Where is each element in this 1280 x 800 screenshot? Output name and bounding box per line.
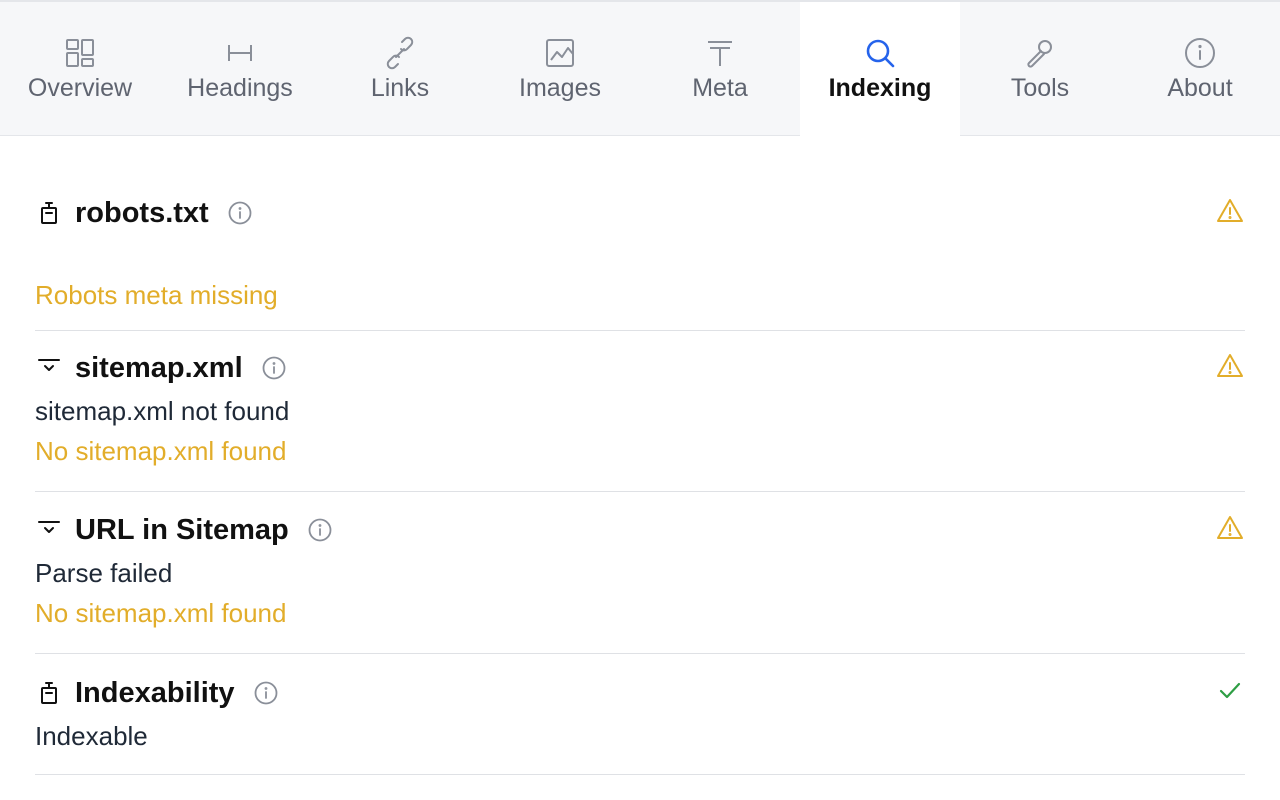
status-message: Indexable: [35, 721, 148, 751]
sitemap-section: sitemap.xml sitemap.xml not found No sit…: [35, 331, 1245, 492]
tab-links[interactable]: Links: [320, 2, 480, 136]
info-icon[interactable]: [253, 680, 279, 706]
robot-icon: [35, 679, 63, 707]
sitemap-icon: [35, 354, 63, 382]
tab-meta[interactable]: Meta: [640, 2, 800, 136]
search-icon: [863, 36, 897, 70]
info-icon[interactable]: [227, 200, 253, 226]
wrench-icon: [1023, 36, 1057, 70]
dashboard-icon: [63, 36, 97, 70]
section-title: Indexability: [75, 677, 235, 709]
tab-label: Links: [370, 74, 430, 102]
status-message: sitemap.xml not found: [35, 396, 290, 426]
tab-tools[interactable]: Tools: [960, 2, 1120, 136]
status-message: Parse failed: [35, 558, 173, 588]
tab-label: Tools: [1010, 74, 1070, 102]
info-icon[interactable]: [261, 355, 287, 381]
url-in-sitemap-section: URL in Sitemap Parse failed No sitemap.x…: [35, 492, 1245, 654]
tab-headings[interactable]: Headings: [160, 2, 320, 136]
warning-message: No sitemap.xml found: [35, 436, 287, 466]
section-title: robots.txt: [75, 197, 209, 229]
tab-label: Meta: [692, 74, 748, 102]
tab-indexing[interactable]: Indexing: [800, 2, 960, 137]
tab-overview[interactable]: Overview: [0, 2, 160, 136]
section-title: URL in Sitemap: [75, 514, 289, 546]
section-header: Indexability: [35, 673, 279, 713]
tab-label: Overview: [27, 74, 133, 102]
link-icon: [383, 36, 417, 70]
tab-label: About: [1167, 74, 1233, 102]
tab-label: Headings: [187, 74, 293, 102]
warning-icon: [1215, 196, 1245, 226]
warning-message: No sitemap.xml found: [35, 598, 287, 628]
indexability-section: Indexability Indexable: [35, 654, 1245, 775]
check-icon: [1215, 676, 1245, 706]
tab-about[interactable]: About: [1120, 2, 1280, 136]
indexing-panel: robots.txt Robots meta missing sitemap.x…: [35, 136, 1245, 775]
sitemap-icon: [35, 516, 63, 544]
section-header: robots.txt: [35, 193, 253, 233]
warning-icon: [1215, 513, 1245, 543]
section-header: URL in Sitemap: [35, 510, 333, 550]
text-icon: [703, 36, 737, 70]
tab-bar: Overview Headings Links Images Meta Inde…: [0, 0, 1280, 137]
info-icon: [1183, 36, 1217, 70]
section-header: sitemap.xml: [35, 348, 287, 388]
tab-label: Indexing: [828, 74, 932, 102]
warning-icon: [1215, 351, 1245, 381]
tab-label: Images: [519, 74, 601, 102]
robots-section: robots.txt Robots meta missing: [35, 136, 1245, 331]
tab-images[interactable]: Images: [480, 2, 640, 136]
section-title: sitemap.xml: [75, 352, 243, 384]
image-icon: [543, 36, 577, 70]
robot-icon: [35, 199, 63, 227]
heading-icon: [223, 36, 257, 70]
info-icon[interactable]: [307, 517, 333, 543]
warning-message: Robots meta missing: [35, 280, 278, 310]
